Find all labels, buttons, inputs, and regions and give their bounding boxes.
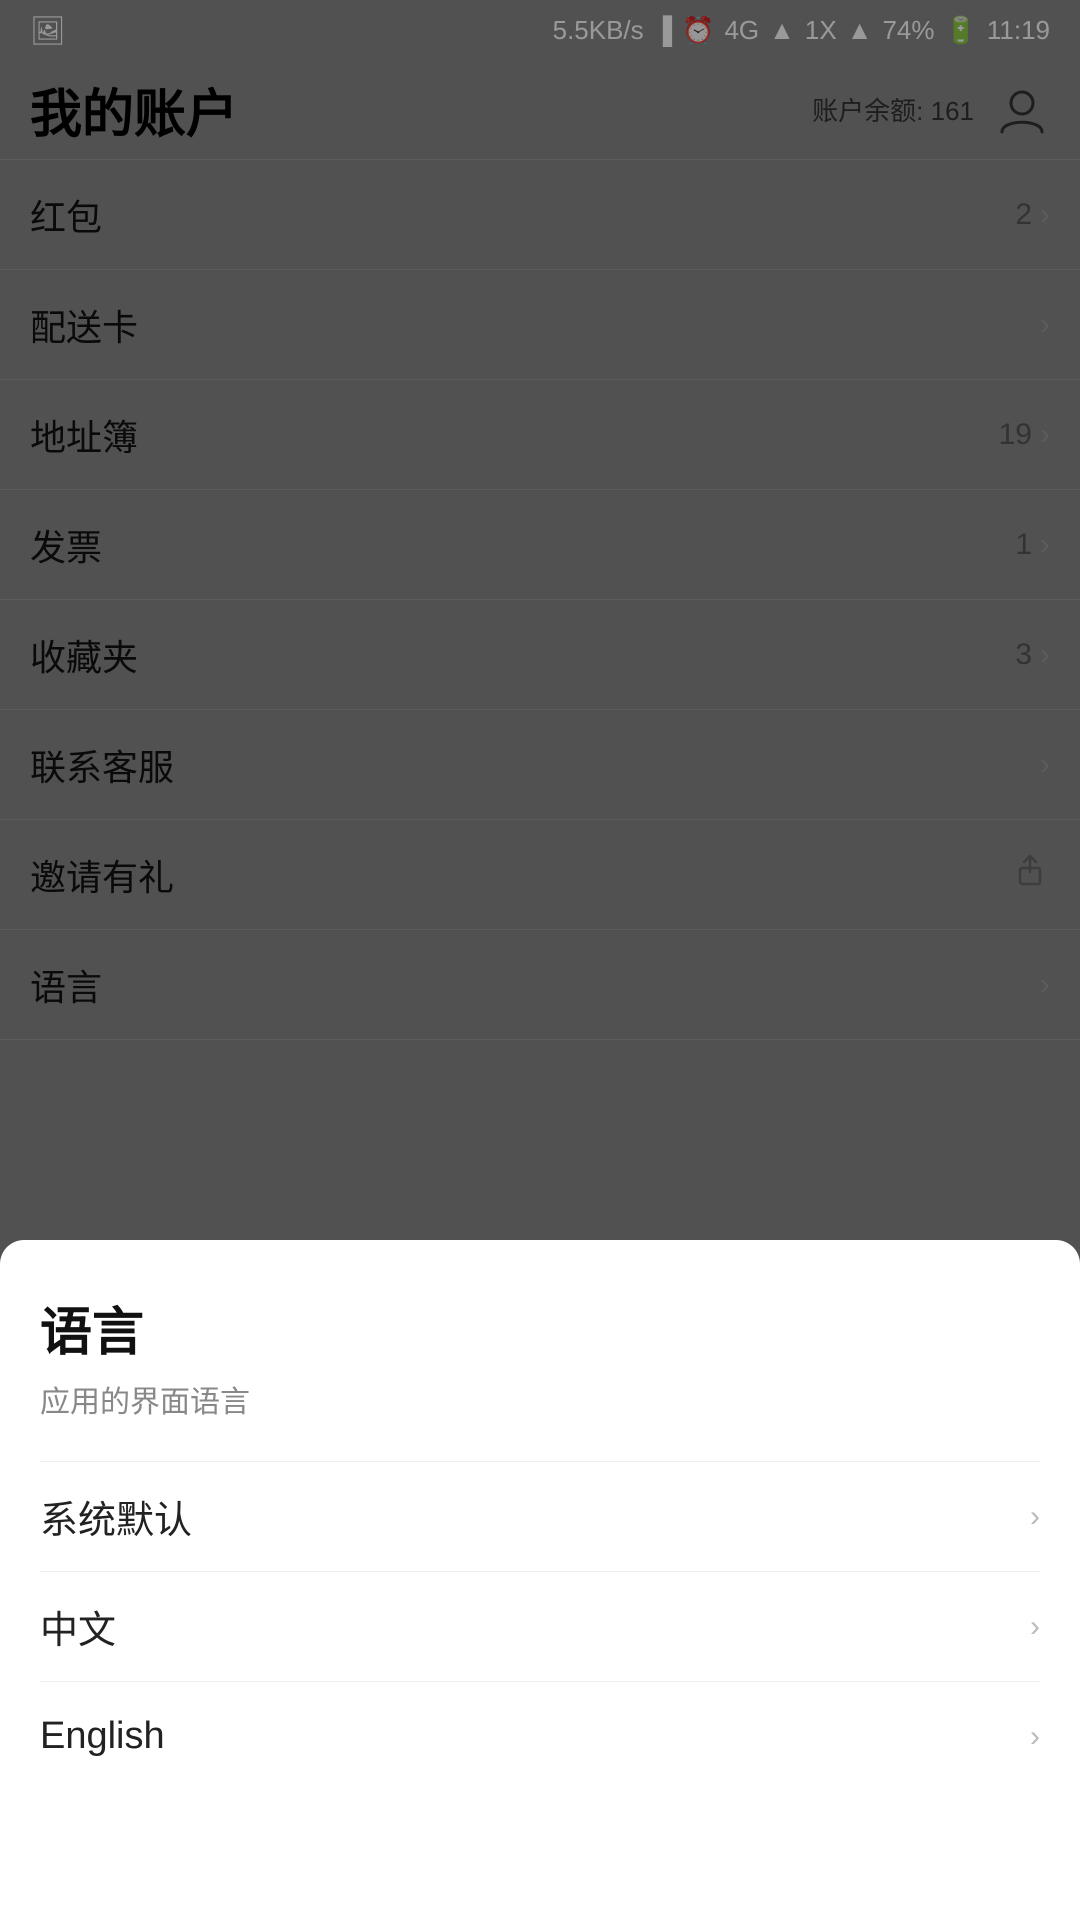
- language-option-english[interactable]: English ›: [40, 1681, 1040, 1791]
- language-modal-panel: 语言 应用的界面语言 系统默认 › 中文 › English ›: [0, 1240, 1080, 1920]
- language-option-label-chinese: 中文: [40, 1599, 116, 1654]
- language-option-chevron-system-default: ›: [1030, 1500, 1040, 1534]
- modal-subtitle: 应用的界面语言: [40, 1377, 1040, 1421]
- modal-title: 语言: [40, 1290, 1040, 1365]
- language-option-system-default[interactable]: 系统默认 ›: [40, 1461, 1040, 1571]
- language-option-label-system-default: 系统默认: [40, 1489, 192, 1544]
- language-option-label-english: English: [40, 1715, 165, 1758]
- language-modal-overlay[interactable]: 语言 应用的界面语言 系统默认 › 中文 › English ›: [0, 0, 1080, 1920]
- language-option-chevron-chinese: ›: [1030, 1610, 1040, 1644]
- language-option-chinese[interactable]: 中文 ›: [40, 1571, 1040, 1681]
- language-option-chevron-english: ›: [1030, 1720, 1040, 1754]
